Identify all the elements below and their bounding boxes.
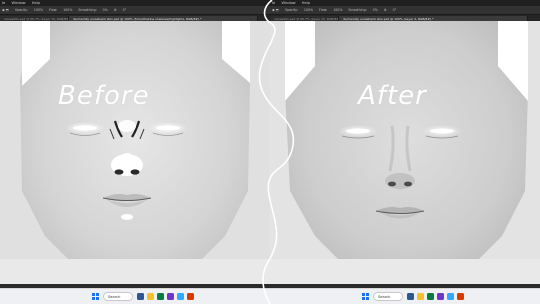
flow-label: Flow: xyxy=(49,8,58,12)
angle-value[interactable]: 0° xyxy=(123,6,127,14)
canvas-after[interactable]: After xyxy=(270,21,540,284)
brush-preset-icon[interactable]: ◉ ⬒ xyxy=(272,6,279,14)
flow-value[interactable]: 100% xyxy=(333,6,342,14)
windows-start-icon[interactable] xyxy=(362,293,369,300)
photoshop-window-before: Ie Window Help ◉ ⬒ Opacity: 100% Flow: 1… xyxy=(0,0,270,304)
angle-value[interactable]: 0° xyxy=(393,6,397,14)
opacity-label: Opacity: xyxy=(14,8,28,12)
taskbar: Search xyxy=(270,288,540,304)
smoothing-label: Smoothing: xyxy=(348,8,367,12)
photoshop-window-after: Ie Window Help ◉ ⬒ Opacity: 100% Flow: 1… xyxy=(270,0,540,304)
after-label: After xyxy=(358,81,427,111)
search-label: Search xyxy=(378,295,391,299)
photoshop-icon[interactable] xyxy=(177,293,184,300)
opacity-value[interactable]: 100% xyxy=(34,6,43,14)
face-shape xyxy=(20,21,250,283)
menu-item-help[interactable]: Help xyxy=(32,1,40,5)
menu-item-window[interactable]: Window xyxy=(281,1,295,5)
nostril-left xyxy=(388,181,396,187)
opacity-label: Opacity: xyxy=(284,8,298,12)
face-texture-after xyxy=(270,21,540,284)
flow-value[interactable]: 100% xyxy=(63,6,72,14)
opacity-value[interactable]: 100% xyxy=(304,6,313,14)
app-icon[interactable] xyxy=(167,293,174,300)
brush-preset-icon[interactable]: ◉ ⬒ xyxy=(2,6,9,14)
taskbar-search[interactable]: Search xyxy=(103,292,133,301)
app-icon[interactable] xyxy=(457,293,464,300)
app-icon[interactable] xyxy=(427,293,434,300)
face-texture-before xyxy=(0,21,270,284)
menu-item-help[interactable]: Help xyxy=(302,1,310,5)
task-view-icon[interactable] xyxy=(407,293,414,300)
smoothing-value[interactable]: 0% xyxy=(103,6,108,14)
taskbar: Search xyxy=(0,288,270,304)
options-bar: ◉ ⬒ Opacity: 100% Flow: 100% Smoothing: … xyxy=(0,6,270,15)
task-view-icon[interactable] xyxy=(137,293,144,300)
app-icon[interactable] xyxy=(157,293,164,300)
windows-start-icon[interactable] xyxy=(92,293,99,300)
taskbar-search[interactable]: Search xyxy=(373,292,403,301)
smoothing-value[interactable]: 0% xyxy=(373,6,378,14)
photoshop-icon[interactable] xyxy=(447,293,454,300)
nose xyxy=(385,173,415,189)
menu-item-window[interactable]: Window xyxy=(11,1,25,5)
app-icon[interactable] xyxy=(437,293,444,300)
flow-label: Flow: xyxy=(319,8,328,12)
before-label: Before xyxy=(58,81,150,111)
nostril-right xyxy=(404,181,412,187)
menu-item[interactable]: Ie xyxy=(272,1,275,5)
smoothing-label: Smoothing: xyxy=(78,8,97,12)
canvas-before[interactable]: Before xyxy=(0,21,270,284)
file-explorer-icon[interactable] xyxy=(147,293,154,300)
settings-icon[interactable]: ⚙ xyxy=(384,6,387,14)
menu-item[interactable]: Ie xyxy=(2,1,5,5)
nostril-left xyxy=(114,169,124,175)
file-explorer-icon[interactable] xyxy=(417,293,424,300)
search-label: Search xyxy=(108,295,121,299)
app-icon[interactable] xyxy=(187,293,194,300)
options-bar: ◉ ⬒ Opacity: 100% Flow: 100% Smoothing: … xyxy=(270,6,540,15)
nostril-right xyxy=(130,169,140,175)
settings-icon[interactable]: ⚙ xyxy=(114,6,117,14)
